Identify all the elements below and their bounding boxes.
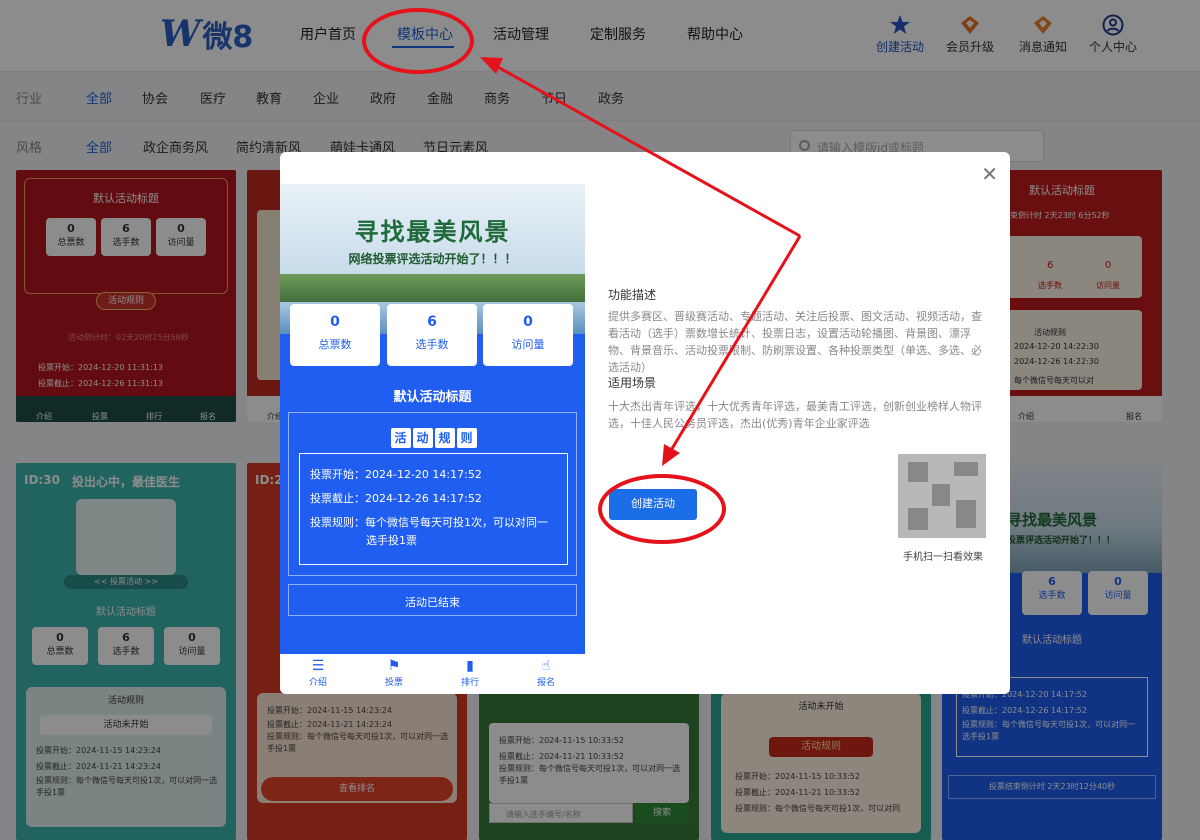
hand-icon: ☝ bbox=[541, 658, 551, 674]
preview-activity-name: 默认活动标题 bbox=[393, 390, 472, 405]
scene-description: 十大杰出青年评选，十大优秀青年评选，最美青工评选，创新创业榜样人物评选，十佳人民… bbox=[608, 400, 982, 430]
function-title: 功能描述 bbox=[608, 288, 657, 302]
scene-title: 适用场景 bbox=[608, 376, 657, 390]
template-detail-modal: ✕ 寻找最美风景 网络投票评选活动开始了！！！ 0 总票数 6 选手数 0 访问量 默… bbox=[280, 152, 1010, 694]
flag-icon: ⚑ bbox=[387, 658, 401, 674]
preview-tab-ranking[interactable]: ▮ 排行 bbox=[440, 658, 500, 688]
preview-vote-end: 投票截止：2024-12-26 14:17:52 bbox=[310, 492, 482, 505]
preview-ended-banner: 活动已结束 bbox=[288, 584, 577, 616]
qr-caption: 手机扫一扫看效果 bbox=[903, 552, 983, 563]
preview-subtitle: 网络投票评选活动开始了！！！ bbox=[348, 252, 517, 266]
annotation-circle-nav bbox=[362, 8, 474, 74]
function-description: 提供多赛区、晋级赛活动、专题活动、关注后投票、图文活动、视频活动，查看活动（选手… bbox=[608, 310, 982, 374]
preview-tab-intro[interactable]: ☰ 介绍 bbox=[288, 658, 348, 688]
preview-stat-visits: 0 访问量 bbox=[483, 304, 573, 366]
preview-title: 寻找最美风景 bbox=[354, 218, 511, 246]
preview-stat-players: 6 选手数 bbox=[387, 304, 477, 366]
qr-code bbox=[898, 454, 986, 538]
template-preview: 寻找最美风景 网络投票评选活动开始了！！！ 0 总票数 6 选手数 0 访问量 默认活… bbox=[280, 184, 585, 694]
close-icon[interactable]: ✕ bbox=[981, 162, 998, 186]
preview-tabbar: ☰ 介绍 ⚑ 投票 ▮ 排行 ☝ 报名 bbox=[280, 654, 585, 694]
preview-tab-vote[interactable]: ⚑ 投票 bbox=[364, 658, 424, 688]
preview-tab-signup[interactable]: ☝ 报名 bbox=[516, 658, 576, 688]
preview-rules-panel: 活动规则 投票开始：2024-12-20 14:17:52 投票截止：2024-… bbox=[288, 412, 577, 576]
rules-title: 活动规则 bbox=[289, 427, 578, 448]
preview-stat-total-votes: 0 总票数 bbox=[290, 304, 380, 366]
annotation-circle-button bbox=[598, 474, 726, 544]
bar-chart-icon: ▮ bbox=[466, 658, 474, 674]
preview-vote-rules: 投票规则：每个微信号每天可投1次，可以对同一 bbox=[310, 516, 548, 529]
preview-vote-start: 投票开始：2024-12-20 14:17:52 bbox=[310, 468, 482, 481]
list-icon: ☰ bbox=[311, 658, 325, 674]
